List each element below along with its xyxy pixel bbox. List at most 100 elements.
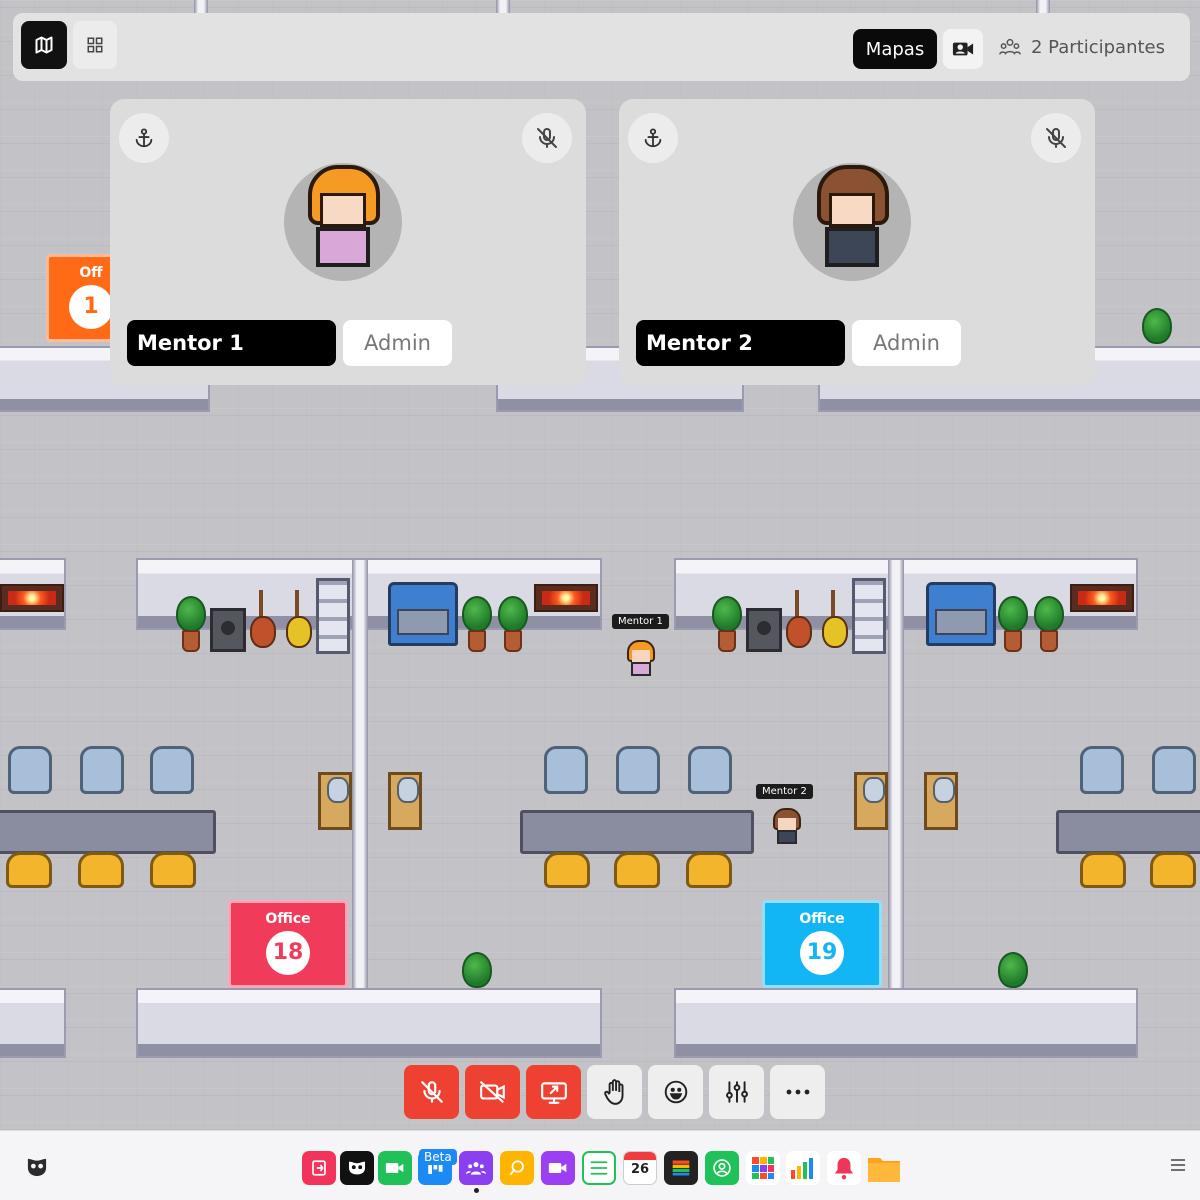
bar-chart-icon — [791, 1158, 813, 1179]
participant-card-mentor-2: Mentor 2 Admin — [619, 99, 1095, 385]
dock-app-files[interactable] — [867, 1151, 901, 1185]
raise-hand-button[interactable] — [587, 1065, 642, 1119]
office-label: Off — [79, 265, 103, 281]
pin-button[interactable] — [628, 113, 678, 163]
mic-toggle-button[interactable] — [404, 1065, 459, 1119]
guitar — [820, 590, 848, 648]
chair — [688, 746, 732, 794]
video-meet-icon — [385, 1163, 404, 1173]
participant-name: Mentor 1 — [127, 320, 336, 366]
team-icon — [466, 1162, 486, 1175]
office-number: 18 — [266, 931, 310, 975]
office-number: 19 — [800, 931, 844, 975]
table — [520, 810, 754, 854]
mute-status-button[interactable] — [522, 113, 572, 163]
app-dock: Beta 26 — [0, 1130, 1200, 1200]
mute-status-button[interactable] — [1031, 113, 1081, 163]
plant — [1032, 596, 1066, 656]
avatar-mentor-1[interactable] — [624, 640, 658, 680]
chair — [544, 746, 588, 794]
dock-app-calendar[interactable]: 26 — [623, 1151, 657, 1185]
table — [0, 810, 216, 854]
pin-button[interactable] — [119, 113, 169, 163]
plant — [496, 596, 530, 656]
participants-label: 2 Participantes — [1031, 36, 1165, 58]
dock-app-team[interactable] — [459, 1151, 493, 1185]
dock-app-search[interactable] — [500, 1151, 534, 1185]
dock-app-mask[interactable] — [340, 1151, 374, 1185]
chair — [1080, 852, 1126, 888]
side-table — [318, 772, 352, 830]
chair — [78, 852, 124, 888]
settings-button[interactable] — [709, 1065, 764, 1119]
dock-app-analytics[interactable] — [786, 1151, 820, 1185]
participants-count[interactable]: 2 Participantes — [999, 33, 1165, 61]
exit-icon — [312, 1160, 326, 1176]
reactions-button[interactable] — [648, 1065, 703, 1119]
mask-icon — [349, 1161, 365, 1175]
dock-app-contacts[interactable] — [705, 1151, 739, 1185]
bell-icon — [834, 1157, 854, 1180]
office-sign-19[interactable]: Office 19 — [762, 900, 882, 988]
calendar-icon — [624, 1152, 656, 1160]
wall — [136, 988, 602, 1058]
participant-role-badge: Admin — [343, 320, 452, 366]
plant — [460, 952, 494, 1012]
anchor-icon — [135, 128, 153, 148]
dock-app-meet[interactable] — [378, 1151, 412, 1185]
participant-card-mentor-1: Mentor 1 Admin — [110, 99, 586, 385]
chair — [1152, 746, 1196, 794]
plant — [174, 596, 208, 656]
media-controls — [404, 1065, 825, 1119]
grid-view-button[interactable] — [73, 21, 117, 69]
dock-app-list[interactable] — [582, 1151, 616, 1185]
contact-icon — [713, 1159, 731, 1177]
wall — [888, 560, 904, 990]
participant-name: Mentor 2 — [636, 320, 845, 366]
camera-toggle-button[interactable] — [465, 1065, 520, 1119]
emoji-icon — [664, 1080, 687, 1104]
avatar-face — [829, 193, 875, 227]
avatar-body — [316, 227, 370, 267]
mic-off-icon — [537, 128, 557, 148]
table — [1056, 810, 1200, 854]
video-user-icon — [952, 42, 974, 56]
maps-button[interactable]: Mapas — [853, 29, 937, 69]
top-bar: Mapas 2 Participantes — [13, 13, 1190, 81]
plant — [460, 596, 494, 656]
chair — [80, 746, 124, 794]
hamburger-icon — [1171, 1159, 1185, 1171]
side-table — [924, 772, 958, 830]
bookshelf — [852, 578, 886, 654]
active-app-indicator — [474, 1188, 479, 1193]
chair — [150, 852, 196, 888]
side-table — [388, 772, 422, 830]
avatar — [284, 163, 402, 281]
video-call-icon — [548, 1163, 567, 1173]
tv-screen — [0, 584, 64, 612]
calendar-day: 26 — [630, 1162, 650, 1177]
dock-app-video-call[interactable] — [541, 1151, 575, 1185]
dock-app-stack[interactable] — [664, 1151, 698, 1185]
speaker — [746, 608, 782, 652]
brand-logo[interactable] — [26, 1157, 48, 1181]
dock-app-grid[interactable] — [746, 1151, 780, 1185]
beta-badge: Beta — [419, 1149, 457, 1165]
office-sign-18[interactable]: Office 18 — [228, 900, 348, 988]
anchor-icon — [644, 128, 662, 148]
chair — [6, 852, 52, 888]
screen-share-button[interactable] — [526, 1065, 581, 1119]
menu-button[interactable] — [1170, 1157, 1186, 1176]
plant — [1140, 308, 1174, 368]
speaker — [210, 608, 246, 652]
video-button[interactable] — [943, 29, 983, 69]
dock-app-exit[interactable] — [302, 1151, 336, 1185]
hand-raise-icon — [603, 1079, 624, 1105]
map-view-button[interactable] — [21, 21, 67, 69]
dock-app-notifications[interactable] — [827, 1151, 861, 1185]
avatar-mentor-2[interactable] — [770, 808, 804, 848]
chair — [8, 746, 52, 794]
more-options-button[interactable] — [770, 1065, 825, 1119]
tv-screen — [1070, 584, 1134, 612]
screen-share-icon — [540, 1082, 567, 1104]
